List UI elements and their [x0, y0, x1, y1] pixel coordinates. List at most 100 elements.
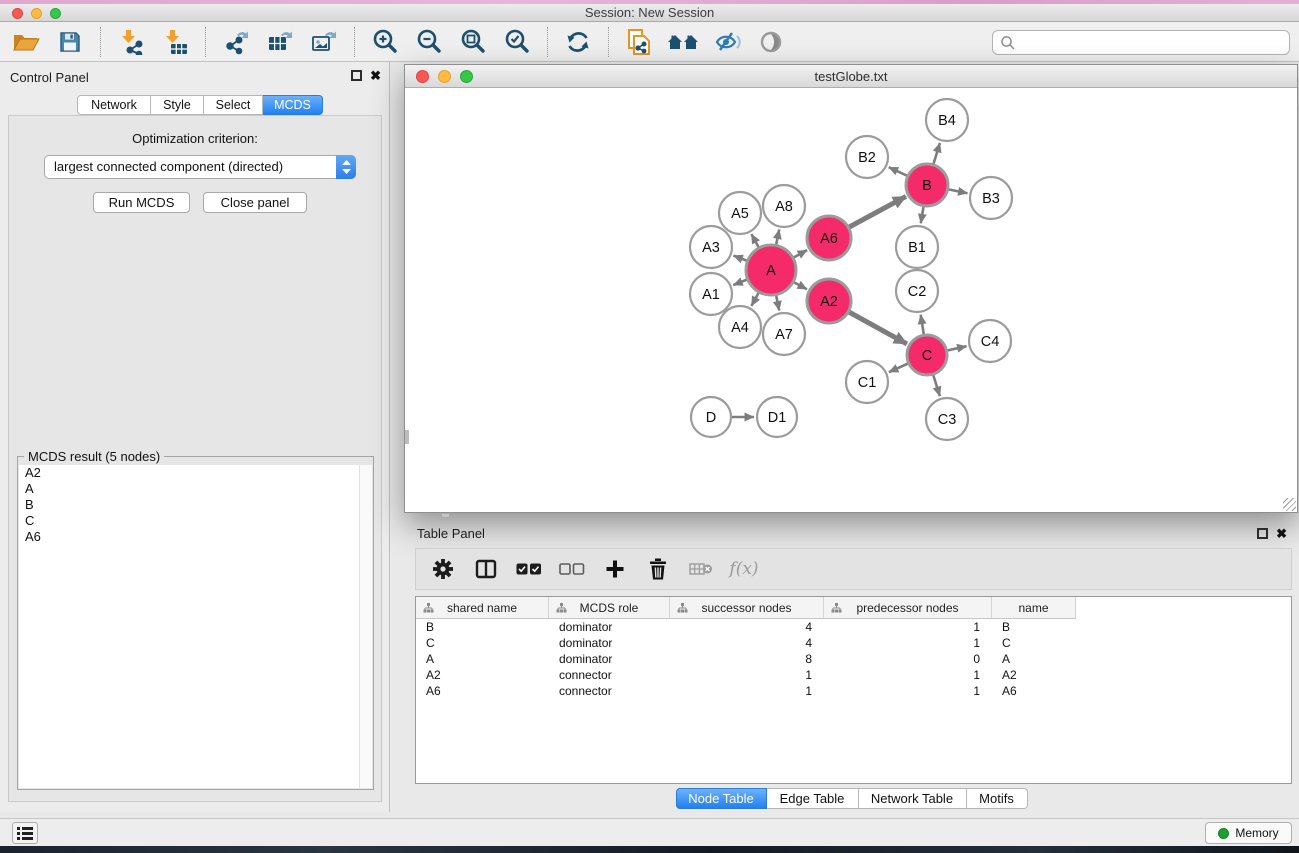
window-titlebar[interactable]: Session: New Session [0, 4, 1299, 22]
network-close-button[interactable] [416, 70, 429, 83]
minimize-window-button[interactable] [31, 8, 42, 19]
task-history-button[interactable] [12, 822, 38, 844]
run-mcds-button[interactable]: Run MCDS [93, 192, 190, 213]
tab-network[interactable]: Network [77, 95, 151, 115]
network-zoom-button[interactable] [460, 70, 473, 83]
graph-node-C[interactable]: C [907, 335, 947, 375]
mcds-result-item[interactable]: A6 [19, 529, 372, 545]
graph-node-A2[interactable]: A2 [807, 279, 851, 323]
export-table-button[interactable] [264, 26, 296, 58]
close-panel-button[interactable]: Close panel [203, 192, 307, 213]
network-minimize-button[interactable] [438, 70, 451, 83]
mcds-result-groupbox: MCDS result (5 nodes) A2ABCA6 [17, 456, 374, 790]
column-header-shared-name[interactable]: shared name [416, 597, 549, 619]
graph-node-B2[interactable]: B2 [846, 136, 888, 178]
table-row[interactable]: A2connector11A2 [416, 667, 1291, 683]
svg-text:C: C [922, 348, 932, 364]
table-row[interactable]: Adominator80A [416, 651, 1291, 667]
table-panel: Table Panel ✖ [404, 520, 1299, 812]
graph-node-A6[interactable]: A6 [807, 216, 851, 260]
table-settings-button[interactable] [428, 554, 458, 584]
tab-edge-table[interactable]: Edge Table [767, 788, 859, 809]
import-network-button[interactable] [115, 26, 147, 58]
cell-name: C [992, 635, 1076, 651]
zoom-out-button[interactable] [413, 26, 445, 58]
mcds-result-item[interactable]: A2 [19, 465, 372, 481]
graph-node-A5[interactable]: A5 [719, 192, 761, 234]
show-graphics-button[interactable] [755, 26, 787, 58]
export-network-button[interactable] [220, 26, 252, 58]
node-table[interactable]: shared nameMCDS rolesuccessor nodesprede… [415, 596, 1292, 784]
add-column-button[interactable] [600, 554, 630, 584]
graph-node-A7[interactable]: A7 [763, 313, 805, 355]
import-table-button[interactable] [159, 26, 191, 58]
tab-style[interactable]: Style [151, 95, 204, 115]
clone-network-button[interactable] [623, 26, 655, 58]
save-session-button[interactable] [54, 26, 86, 58]
table-toolbar: f(x) [415, 548, 1292, 590]
table-row[interactable]: Cdominator41C [416, 635, 1291, 651]
column-type-icon [677, 603, 688, 614]
graph-node-A8[interactable]: A8 [763, 185, 805, 227]
select-all-button[interactable] [514, 554, 544, 584]
tab-motifs[interactable]: Motifs [967, 788, 1028, 809]
float-panel-icon[interactable] [1257, 528, 1268, 539]
column-header-name[interactable]: name [992, 597, 1076, 619]
search-input[interactable] [992, 30, 1290, 55]
hide-graphics-button[interactable] [711, 26, 743, 58]
tab-select[interactable]: Select [204, 95, 263, 115]
cell-name: B [992, 619, 1076, 635]
tab-network-table[interactable]: Network Table [859, 788, 967, 809]
zoom-window-button[interactable] [50, 8, 61, 19]
graph-node-B3[interactable]: B3 [970, 177, 1012, 219]
mcds-result-item[interactable]: A [19, 481, 372, 497]
table-row[interactable]: Bdominator41B [416, 619, 1291, 635]
close-panel-icon[interactable]: ✖ [370, 70, 381, 81]
export-image-button[interactable] [308, 26, 340, 58]
graph-node-A1[interactable]: A1 [690, 273, 732, 315]
zoom-selected-button[interactable] [501, 26, 533, 58]
delete-column-button[interactable] [643, 554, 673, 584]
mcds-result-item[interactable]: C [19, 513, 372, 529]
close-window-button[interactable] [12, 8, 23, 19]
delete-table-button[interactable] [686, 554, 716, 584]
splitter-thumb[interactable] [441, 513, 450, 518]
graph-node-A4[interactable]: A4 [719, 306, 761, 348]
network-canvas[interactable]: B4 B2 B B3 A5A8A6 A3 B1 A C2 A1 A2 A4A7 C4 C C1 C3 D D1 [405, 88, 1297, 512]
network-resize-grip[interactable] [1283, 498, 1296, 511]
graph-node-C4[interactable]: C4 [969, 320, 1011, 362]
graph-node-B1[interactable]: B1 [896, 226, 938, 268]
graph-node-D1[interactable]: D1 [757, 397, 797, 437]
graph-node-C3[interactable]: C3 [926, 398, 968, 440]
graph-node-A3[interactable]: A3 [690, 226, 732, 268]
graph-node-B4[interactable]: B4 [926, 99, 968, 141]
graph-node-A[interactable]: A [746, 245, 796, 295]
home-button[interactable] [667, 26, 699, 58]
zoom-fit-button[interactable] [457, 26, 489, 58]
criterion-select[interactable]: largest connected component (directed) [44, 155, 356, 179]
graph-node-C1[interactable]: C1 [846, 361, 888, 403]
graph-node-B[interactable]: B [906, 164, 948, 206]
column-header-successor-nodes[interactable]: successor nodes [670, 597, 824, 619]
deselect-all-button[interactable] [557, 554, 587, 584]
mcds-result-scrollbar[interactable] [359, 465, 372, 788]
close-panel-icon[interactable]: ✖ [1276, 528, 1287, 539]
apply-function-button[interactable]: f(x) [729, 554, 759, 584]
memory-button[interactable]: Memory [1205, 822, 1292, 844]
graph-node-D[interactable]: D [691, 397, 731, 437]
graph-node-C2[interactable]: C2 [896, 270, 938, 312]
open-file-button[interactable] [10, 26, 42, 58]
tab-mcds[interactable]: MCDS [263, 95, 323, 115]
network-window-titlebar[interactable]: testGlobe.txt [405, 65, 1297, 88]
float-panel-icon[interactable] [351, 70, 362, 81]
search-icon [1000, 35, 1016, 51]
mcds-result-item[interactable]: B [19, 497, 372, 513]
table-row[interactable]: A6connector11A6 [416, 683, 1291, 699]
network-vertical-scroll-thumb[interactable] [405, 430, 409, 444]
zoom-in-button[interactable] [369, 26, 401, 58]
show-columns-button[interactable] [471, 554, 501, 584]
refresh-button[interactable] [562, 26, 594, 58]
tab-node-table[interactable]: Node Table [676, 788, 767, 809]
column-header-predecessor-nodes[interactable]: predecessor nodes [824, 597, 992, 619]
column-header-mcds-role[interactable]: MCDS role [549, 597, 670, 619]
